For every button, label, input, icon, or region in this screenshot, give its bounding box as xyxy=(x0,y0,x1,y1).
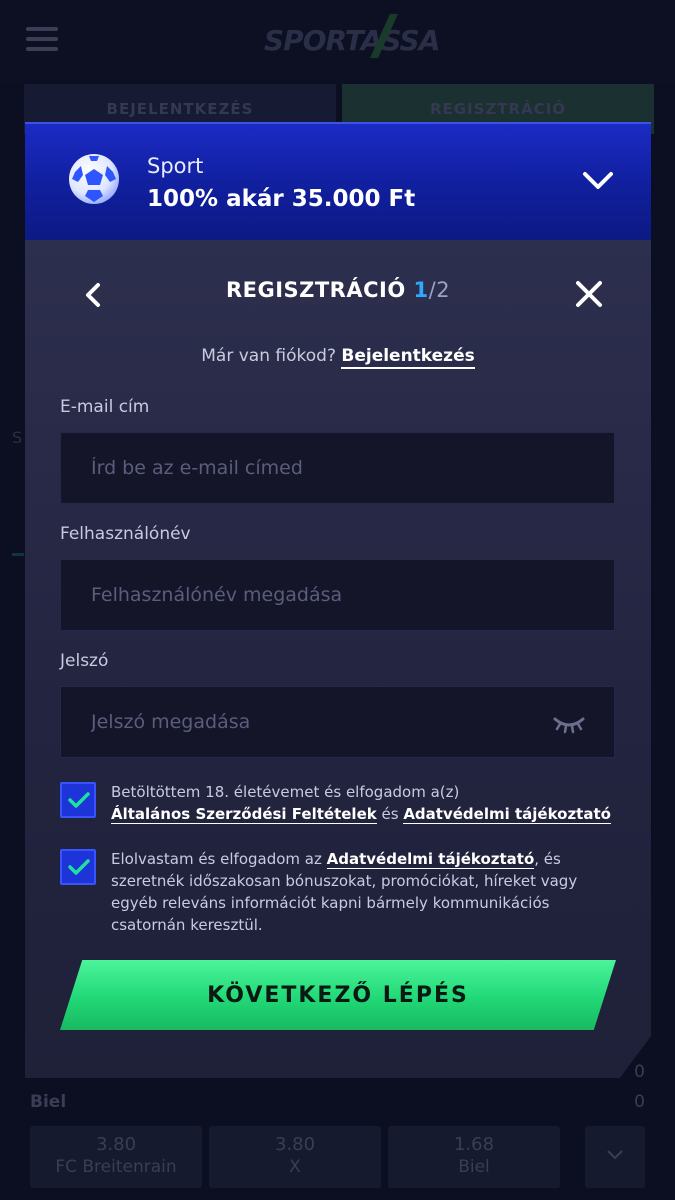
logo-slash-icon xyxy=(370,14,398,58)
odds-button-draw[interactable]: 3.80 X xyxy=(209,1126,381,1188)
promo-category: Sport xyxy=(147,154,204,178)
odds-value: 1.68 xyxy=(453,1134,495,1155)
chevron-down-icon[interactable] xyxy=(581,168,615,194)
bg-team-name: Biel xyxy=(30,1092,67,1112)
odds-label: X xyxy=(289,1157,301,1177)
close-icon[interactable] xyxy=(573,278,605,310)
logo: SPORTASSA xyxy=(264,24,440,57)
step-total: /2 xyxy=(428,278,451,302)
marketing-consent-text: Elolvastam és elfogadom az Adatvédelmi t… xyxy=(111,848,611,936)
password-field[interactable] xyxy=(61,687,614,757)
odds-label: Biel xyxy=(458,1157,490,1177)
page-title: REGISZTRÁCIÓ 1/2 xyxy=(25,278,651,302)
email-field[interactable] xyxy=(61,433,614,503)
age-consent-and: és xyxy=(381,805,399,823)
email-field-wrapper xyxy=(60,432,615,504)
odds-button-home[interactable]: 3.80 FC Breitenrain xyxy=(30,1126,202,1188)
more-markets-button[interactable] xyxy=(585,1126,645,1188)
username-label: Felhasználónév xyxy=(60,524,191,544)
promo-offer: 100% akár 35.000 Ft xyxy=(147,186,416,212)
title-text: REGISZTRÁCIÓ xyxy=(225,278,406,302)
email-label: E-mail cím xyxy=(60,397,150,417)
odds-label: FC Breitenrain xyxy=(55,1157,177,1177)
next-step-button[interactable]: KÖVETKEZŐ LÉPÉS xyxy=(60,960,616,1030)
bg-divider xyxy=(12,553,24,556)
terms-link[interactable]: Általános Szerződési Feltételek xyxy=(111,805,377,824)
soccer-ball-icon xyxy=(69,154,119,204)
odds-button-away[interactable]: 1.68 Biel xyxy=(388,1126,560,1188)
eye-closed-icon[interactable] xyxy=(552,713,586,735)
privacy-link[interactable]: Adatvédelmi tájékoztató xyxy=(403,805,611,824)
registration-panel: REGISZTRÁCIÓ 1/2 Már van fiókod? Bejelen… xyxy=(25,240,651,1078)
password-label: Jelszó xyxy=(60,651,109,671)
checkmark-icon xyxy=(68,859,90,875)
checkmark-icon xyxy=(68,792,90,808)
odds-value: 3.80 xyxy=(274,1134,316,1155)
username-field-wrapper xyxy=(60,559,615,631)
menu-icon[interactable] xyxy=(26,27,58,55)
marketing-consent-checkbox[interactable] xyxy=(60,849,96,885)
age-consent-checkbox[interactable] xyxy=(60,782,96,818)
privacy-link-2[interactable]: Adatvédelmi tájékoztató xyxy=(326,850,535,869)
age-consent-prefix: Betöltöttem 18. életévemet és elfogadom … xyxy=(111,783,460,801)
have-account-row: Már van fiókod? Bejelentkezés xyxy=(25,346,651,369)
odds-value: 3.80 xyxy=(95,1134,137,1155)
top-header: SPORTASSA xyxy=(0,0,675,84)
promo-selector[interactable]: Sport 100% akár 35.000 Ft xyxy=(25,122,651,240)
username-field[interactable] xyxy=(61,560,614,630)
login-link[interactable]: Bejelentkezés xyxy=(341,346,475,369)
password-field-wrapper xyxy=(60,686,615,758)
marketing-consent-prefix: Elolvastam és elfogadom az xyxy=(111,850,322,868)
step-current: 1 xyxy=(413,278,429,302)
have-account-text: Már van fiókod? xyxy=(201,346,336,366)
bg-score-top: 0 xyxy=(634,1062,645,1082)
chevron-down-icon xyxy=(607,1150,623,1160)
bg-score-bottom: 0 xyxy=(634,1092,645,1112)
age-consent-text: Betöltöttem 18. életévemet és elfogadom … xyxy=(111,781,611,825)
bg-side-letter: S xyxy=(12,428,23,447)
